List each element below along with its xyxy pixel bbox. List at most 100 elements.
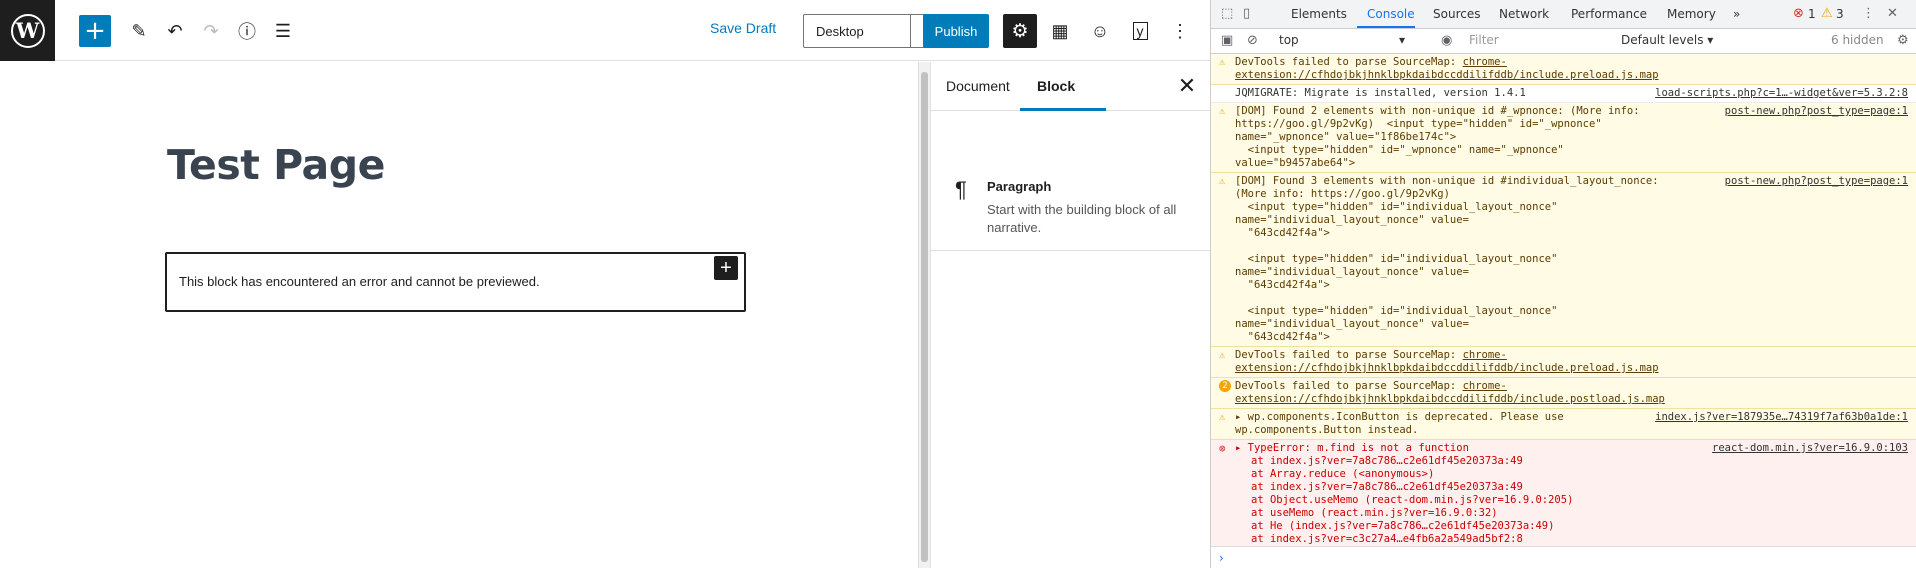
hidden-count: 6 hidden [1831,33,1884,47]
redo-icon: ↷ [203,20,219,41]
source-location-link[interactable]: index.js?ver=187935e…74319f7af63b0a1de:1 [1655,411,1908,424]
warning-icon: ⚠ [1219,106,1226,117]
undo-icon: ↶ [167,20,183,41]
console-message[interactable]: ⚠ [DOM] Found 3 elements with non-unique … [1211,173,1916,347]
message-text: [DOM] Found 3 elements with non-unique i… [1235,175,1659,343]
gear-icon: ⚙ [1011,20,1029,42]
stack-frame[interactable]: at Object.useMemo (react-dom.min.js?ver=… [1235,494,1908,507]
error-count-icon[interactable]: ⊗ [1793,6,1804,21]
clear-console-icon[interactable]: ⊘ [1247,33,1258,48]
warning-count[interactable]: 3 [1836,7,1844,21]
warning-icon: ⚠ [1219,57,1226,68]
device-toolbar-icon[interactable]: ▯ [1243,6,1250,21]
redo-button[interactable]: ↷ [195,15,227,47]
message-text: JQMIGRATE: Migrate is installed, version… [1235,87,1526,99]
log-levels-select[interactable]: Default levels ▾ [1621,33,1713,47]
editor-header: W + ✎ ↶ ↷ ⓘ ☰ Save Draft Desktop ▾ Publi… [0,0,1210,61]
plugin-button-2[interactable]: ☺ [1084,15,1116,47]
message-text: ▸ wp.components.IconButton is deprecated… [1235,411,1571,436]
more-options-button[interactable]: ⋮ [1164,15,1196,47]
console-messages: ⚠ DevTools failed to parse SourceMap: chr… [1211,54,1916,568]
devtools-tabbar: ⬚ ▯ Elements Console Sources Network Per… [1211,0,1916,29]
close-sidebar-button[interactable]: ✕ [1171,70,1203,102]
block-name: Paragraph [987,179,1052,194]
plugin-button[interactable]: ▦ [1044,15,1076,47]
wordpress-logo-button[interactable]: W [0,0,55,61]
details-button[interactable]: ⓘ [231,15,263,47]
filter-input[interactable]: Filter [1465,33,1615,50]
stack-frame[interactable]: at Array.reduce (<anonymous>) [1235,468,1908,481]
console-message[interactable]: ⚠ [DOM] Found 2 elements with non-unique … [1211,103,1916,173]
settings-button[interactable]: ⚙ [1003,14,1037,48]
undo-button[interactable]: ↶ [159,15,191,47]
stack-frame[interactable]: at index.js?ver=c3c27a4…e4fb6a2a549ad5bf… [1235,533,1908,546]
console-toolbar: ▣ ⊘ top ▾ ◉ Filter Default levels ▾ 6 hi… [1211,29,1916,54]
plus-icon: + [84,16,106,46]
person-icon: ☺ [1090,20,1110,41]
tab-sources[interactable]: Sources [1433,7,1480,21]
yoast-button[interactable]: y [1124,15,1156,47]
close-icon[interactable]: ✕ [1887,6,1898,21]
stack-frame[interactable]: at useMemo (react.min.js?ver=16.9.0:32) [1235,507,1908,520]
block-card: ¶ Paragraph Start with the building bloc… [931,111,1210,251]
outline-button[interactable]: ☰ [267,15,299,47]
chevron-down-icon: ▾ [1398,33,1405,47]
context-select[interactable]: top ▾ [1279,33,1409,51]
more-tabs-button[interactable]: » [1733,7,1740,21]
tools-button[interactable]: ✎ [123,15,155,47]
repeat-count-badge: 2 [1219,380,1231,392]
scrollbar-thumb[interactable] [921,72,928,562]
device-preview-select[interactable]: Desktop [803,14,911,48]
stack-frame[interactable]: at He (index.js?ver=7a8c786…c2e61df45e20… [1235,520,1908,533]
console-settings-icon[interactable]: ⚙ [1897,33,1909,48]
message-text: DevTools failed to parse SourceMap: [1235,349,1463,361]
tab-console[interactable]: Console [1367,7,1415,21]
stack-frame[interactable]: at index.js?ver=7a8c786…c2e61df45e20373a… [1235,455,1908,468]
console-message[interactable]: JQMIGRATE: Migrate is installed, version… [1211,85,1916,103]
more-vertical-icon[interactable]: ⋮ [1862,6,1875,21]
warning-count-icon[interactable]: ⚠ [1821,6,1833,21]
tab-memory[interactable]: Memory [1667,7,1716,21]
yoast-icon: y [1132,22,1148,40]
editor-canvas: Test Page This block has encountered an … [0,62,918,568]
devtools-panel: ⬚ ▯ Elements Console Sources Network Per… [1211,0,1916,568]
source-location-link[interactable]: react-dom.min.js?ver=16.9.0:103 [1712,442,1908,455]
console-message[interactable]: 2 DevTools failed to parse SourceMap: chr… [1211,378,1916,409]
app-window: W + ✎ ↶ ↷ ⓘ ☰ Save Draft Desktop ▾ Publi… [0,0,1916,568]
page-title[interactable]: Test Page [167,141,385,189]
console-message[interactable]: ⚠ DevTools failed to parse SourceMap: chr… [1211,54,1916,85]
tab-elements[interactable]: Elements [1291,7,1347,21]
console-message[interactable]: ⚠ DevTools failed to parse SourceMap: chr… [1211,347,1916,378]
console-prompt-input[interactable]: › [1211,546,1916,568]
plus-icon: + [720,257,732,279]
source-location-link[interactable]: post-new.php?post_type=page:1 [1725,175,1908,188]
eye-icon[interactable]: ◉ [1441,33,1452,48]
tab-block[interactable]: Block [1037,78,1075,94]
paragraph-icon: ¶ [955,177,967,202]
list-view-icon: ☰ [274,20,292,41]
block-inserter-button[interactable]: + [714,256,738,280]
message-text: DevTools failed to parse SourceMap: [1235,56,1463,68]
message-text: [DOM] Found 2 elements with non-unique i… [1235,105,1640,169]
tab-network[interactable]: Network [1499,7,1549,21]
error-count[interactable]: 1 [1808,7,1816,21]
console-message[interactable]: ⚠ ▸ wp.components.IconButton is deprecate… [1211,409,1916,440]
context-value: top [1279,33,1299,47]
wordpress-logo-icon: W [10,13,45,48]
source-location-link[interactable]: load-scripts.php?c=1…-widget&ver=5.3.2:8 [1655,87,1908,100]
wordpress-editor: W + ✎ ↶ ↷ ⓘ ☰ Save Draft Desktop ▾ Publi… [0,0,1211,568]
close-icon: ✕ [1177,73,1197,98]
publish-button[interactable]: Publish [923,14,989,48]
inspect-element-icon[interactable]: ⬚ [1221,6,1233,21]
tab-performance[interactable]: Performance [1571,7,1647,21]
stack-frame[interactable]: at index.js?ver=7a8c786…c2e61df45e20373a… [1235,481,1908,494]
add-block-button[interactable]: + [79,15,111,47]
tab-document[interactable]: Document [946,78,1010,94]
source-location-link[interactable]: post-new.php?post_type=page:1 [1725,105,1908,118]
pencil-icon: ✎ [131,20,147,41]
error-block[interactable]: This block has encountered an error and … [165,252,746,312]
info-icon: ⓘ [238,22,256,42]
canvas-scrollbar[interactable] [918,62,930,568]
save-draft-button[interactable]: Save Draft [710,20,776,36]
sidebar-toggle-icon[interactable]: ▣ [1221,33,1233,48]
